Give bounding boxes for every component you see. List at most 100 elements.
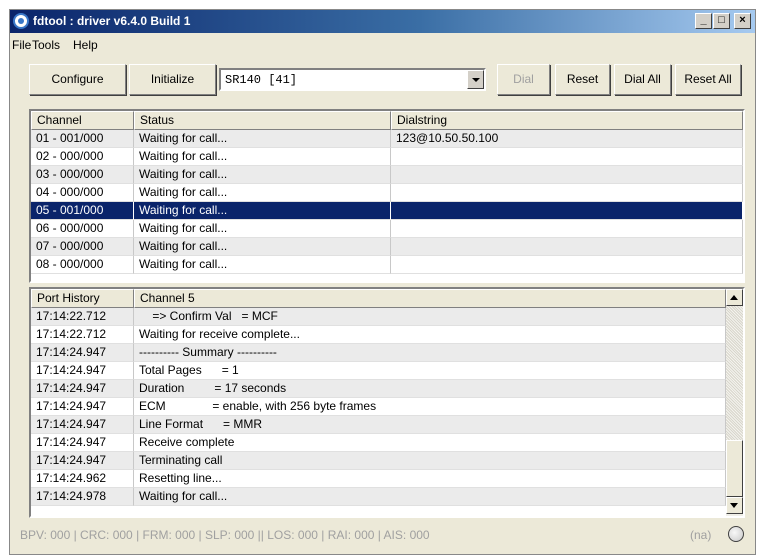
reset-button[interactable]: Reset <box>555 64 610 95</box>
message-cell: ---------- Summary ---------- <box>134 344 726 362</box>
minimize-button[interactable]: _ <box>695 13 712 29</box>
list-item[interactable]: 17:14:24.962 Resetting line... <box>31 470 726 488</box>
list-item[interactable]: 17:14:22.712 => Confirm Val = MCF <box>31 308 726 326</box>
scroll-track[interactable] <box>726 306 743 440</box>
channel-cell: 02 - 000/000 <box>31 148 134 166</box>
window-title: fdtool : driver v6.4.0 Build 1 <box>33 14 191 28</box>
timestamp-cell: 17:14:24.947 <box>31 434 134 452</box>
message-cell: Terminating call <box>134 452 726 470</box>
timestamp-cell: 17:14:22.712 <box>31 308 134 326</box>
column-header-channel-5[interactable]: Channel 5 <box>134 289 726 308</box>
history-table-header: Port History Channel 5 <box>31 289 726 308</box>
status-cell: Waiting for call... <box>134 202 391 220</box>
column-header-dialstring[interactable]: Dialstring <box>391 111 743 130</box>
timestamp-cell: 17:14:24.962 <box>31 470 134 488</box>
dialstring-cell <box>391 184 743 202</box>
timestamp-cell: 17:14:24.947 <box>31 398 134 416</box>
history-table[interactable]: Port History Channel 5 17:14:22.712 => C… <box>29 287 745 518</box>
message-cell: Duration = 17 seconds <box>134 380 726 398</box>
message-cell: => Confirm Val = MCF <box>134 308 726 326</box>
channel-cell: 03 - 000/000 <box>31 166 134 184</box>
channel-cell: 04 - 000/000 <box>31 184 134 202</box>
status-cell: Waiting for call... <box>134 238 391 256</box>
maximize-button[interactable]: □ <box>713 13 730 29</box>
message-cell: Resetting line... <box>134 470 726 488</box>
scroll-down-icon[interactable] <box>726 497 743 514</box>
dialstring-cell <box>391 148 743 166</box>
list-item[interactable]: 17:14:24.947 ECM = enable, with 256 byte … <box>31 398 726 416</box>
status-cell: Waiting for call... <box>134 130 391 148</box>
dialstring-cell: 123@10.50.50.100 <box>391 130 743 148</box>
timestamp-cell: 17:14:24.947 <box>31 380 134 398</box>
reset-all-button[interactable]: Reset All <box>675 64 741 95</box>
list-item[interactable]: 17:14:24.947 Line Format = MMR <box>31 416 726 434</box>
dial-all-button[interactable]: Dial All <box>614 64 671 95</box>
history-scrollbar[interactable] <box>726 289 743 516</box>
channel-table-header: Channel Status Dialstring <box>31 111 743 130</box>
channel-cell: 05 - 001/000 <box>31 202 134 220</box>
list-item[interactable]: 17:14:22.712 Waiting for receive complete… <box>31 326 726 344</box>
timestamp-cell: 17:14:24.947 <box>31 416 134 434</box>
status-cell: Waiting for call... <box>134 166 391 184</box>
message-cell: ECM = enable, with 256 byte frames <box>134 398 726 416</box>
configure-button[interactable]: Configure <box>29 64 126 95</box>
message-cell: Waiting for call... <box>134 488 726 506</box>
table-row[interactable]: 05 - 001/000 Waiting for call... <box>31 202 743 220</box>
channel-cell: 08 - 000/000 <box>31 256 134 274</box>
status-cell: Waiting for call... <box>134 184 391 202</box>
column-header-port-history[interactable]: Port History <box>31 289 134 308</box>
timestamp-cell: 17:14:24.947 <box>31 452 134 470</box>
table-row[interactable]: 08 - 000/000 Waiting for call... <box>31 256 743 274</box>
status-cell: Waiting for call... <box>134 148 391 166</box>
table-row[interactable]: 04 - 000/000 Waiting for call... <box>31 184 743 202</box>
scroll-thumb[interactable] <box>726 440 743 497</box>
message-cell: Receive complete <box>134 434 726 452</box>
menu-help[interactable]: Help <box>73 38 98 52</box>
port-select-value: SR140 [41] <box>225 73 298 87</box>
list-item[interactable]: 17:14:24.947 Receive complete <box>31 434 726 452</box>
message-cell: Total Pages = 1 <box>134 362 726 380</box>
port-select[interactable]: SR140 [41] <box>219 68 486 91</box>
channel-table[interactable]: Channel Status Dialstring 01 - 001/000 Wa… <box>29 109 745 283</box>
timestamp-cell: 17:14:22.712 <box>31 326 134 344</box>
dialstring-cell <box>391 166 743 184</box>
channel-cell: 07 - 000/000 <box>31 238 134 256</box>
table-row[interactable]: 03 - 000/000 Waiting for call... <box>31 166 743 184</box>
status-counters: BPV: 000 | CRC: 000 | FRM: 000 | SLP: 00… <box>20 528 430 542</box>
list-item[interactable]: 17:14:24.947 Terminating call <box>31 452 726 470</box>
status-cell: Waiting for call... <box>134 220 391 238</box>
table-row[interactable]: 01 - 001/000 Waiting for call... 123@10.50… <box>31 130 743 148</box>
chevron-down-icon[interactable] <box>467 70 484 89</box>
column-header-channel[interactable]: Channel <box>31 111 134 130</box>
status-state: (na) <box>690 528 712 542</box>
channel-cell: 06 - 000/000 <box>31 220 134 238</box>
column-header-status[interactable]: Status <box>134 111 391 130</box>
table-row[interactable]: 06 - 000/000 Waiting for call... <box>31 220 743 238</box>
list-item[interactable]: 17:14:24.947 Duration = 17 seconds <box>31 380 726 398</box>
table-row[interactable]: 07 - 000/000 Waiting for call... <box>31 238 743 256</box>
dial-button[interactable]: Dial <box>497 64 550 95</box>
menu-file[interactable]: File <box>12 38 31 52</box>
app-icon <box>13 13 29 29</box>
list-item[interactable]: 17:14:24.947 ---------- Summary ---------… <box>31 344 726 362</box>
table-row[interactable]: 02 - 000/000 Waiting for call... <box>31 148 743 166</box>
timestamp-cell: 17:14:24.947 <box>31 344 134 362</box>
initialize-button[interactable]: Initialize <box>129 64 216 95</box>
dialstring-cell <box>391 256 743 274</box>
status-cell: Waiting for call... <box>134 256 391 274</box>
status-led-icon <box>728 526 744 542</box>
timestamp-cell: 17:14:24.947 <box>31 362 134 380</box>
scroll-up-icon[interactable] <box>726 289 743 306</box>
timestamp-cell: 17:14:24.978 <box>31 488 134 506</box>
message-cell: Waiting for receive complete... <box>134 326 726 344</box>
channel-cell: 01 - 001/000 <box>31 130 134 148</box>
list-item[interactable]: 17:14:24.978 Waiting for call... <box>31 488 726 506</box>
title-bar[interactable]: fdtool : driver v6.4.0 Build 1 _ □ × <box>10 10 755 33</box>
dialstring-cell <box>391 202 743 220</box>
dialstring-cell <box>391 238 743 256</box>
menu-tools[interactable]: Tools <box>32 38 60 52</box>
dialstring-cell <box>391 220 743 238</box>
close-button[interactable]: × <box>734 13 751 29</box>
message-cell: Line Format = MMR <box>134 416 726 434</box>
list-item[interactable]: 17:14:24.947 Total Pages = 1 <box>31 362 726 380</box>
